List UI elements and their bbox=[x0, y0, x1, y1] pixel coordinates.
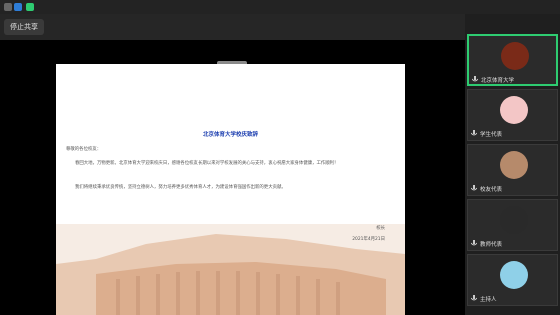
mic-muted-icon bbox=[471, 295, 477, 301]
avatar bbox=[501, 42, 529, 70]
share-toolbar: 停止共享 bbox=[0, 14, 465, 40]
participant-tile[interactable]: 校友代表 bbox=[467, 144, 558, 196]
document-date: 2021年4月21日 bbox=[352, 237, 385, 242]
participant-tile[interactable]: 主持人 bbox=[467, 254, 558, 306]
shield-icon[interactable] bbox=[14, 3, 22, 11]
document-signature: 校长 bbox=[376, 226, 385, 231]
mic-muted-icon bbox=[471, 185, 477, 191]
participant-name: 学生代表 bbox=[480, 132, 503, 138]
document-paragraph: 尊敬的各位校友： bbox=[66, 147, 102, 152]
participant-tile[interactable]: 教师代表 bbox=[467, 199, 558, 251]
title-bar bbox=[0, 0, 560, 14]
shared-document: 北京体育大学校庆致辞 尊敬的各位校友： 春回大地，万物更新。北京体育大学迎来校庆… bbox=[56, 64, 405, 315]
avatar bbox=[500, 206, 528, 234]
participant-name: 教师代表 bbox=[480, 242, 503, 248]
avatar bbox=[500, 261, 528, 289]
participant-name: 北京体育大学 bbox=[481, 78, 515, 84]
document-paragraph: 我们将继续秉承优良传统，坚持立德树人，努力培养更多优秀体育人才，为建设体育强国作… bbox=[75, 185, 286, 190]
participant-panel: 北京体育大学 学生代表 校友代表 教师代表 主持人 bbox=[465, 14, 560, 315]
signal-icon bbox=[26, 3, 34, 11]
security-icon[interactable] bbox=[4, 3, 12, 11]
panel-header bbox=[465, 14, 560, 34]
mic-muted-icon bbox=[471, 240, 477, 246]
document-paragraph: 春回大地，万物更新。北京体育大学迎来校庆日，感谢各位校友长期以来对学校发展的关心… bbox=[75, 161, 339, 166]
stop-share-button[interactable]: 停止共享 bbox=[4, 19, 44, 35]
mic-muted-icon bbox=[472, 76, 478, 82]
participant-name: 主持人 bbox=[480, 297, 497, 303]
participant-name: 校友代表 bbox=[480, 187, 503, 193]
avatar bbox=[500, 151, 528, 179]
mic-muted-icon bbox=[471, 130, 477, 136]
document-heading: 北京体育大学校庆致辞 bbox=[202, 132, 258, 138]
avatar bbox=[500, 96, 528, 124]
participant-tile[interactable]: 北京体育大学 bbox=[467, 34, 558, 86]
participant-tile[interactable]: 学生代表 bbox=[467, 89, 558, 141]
